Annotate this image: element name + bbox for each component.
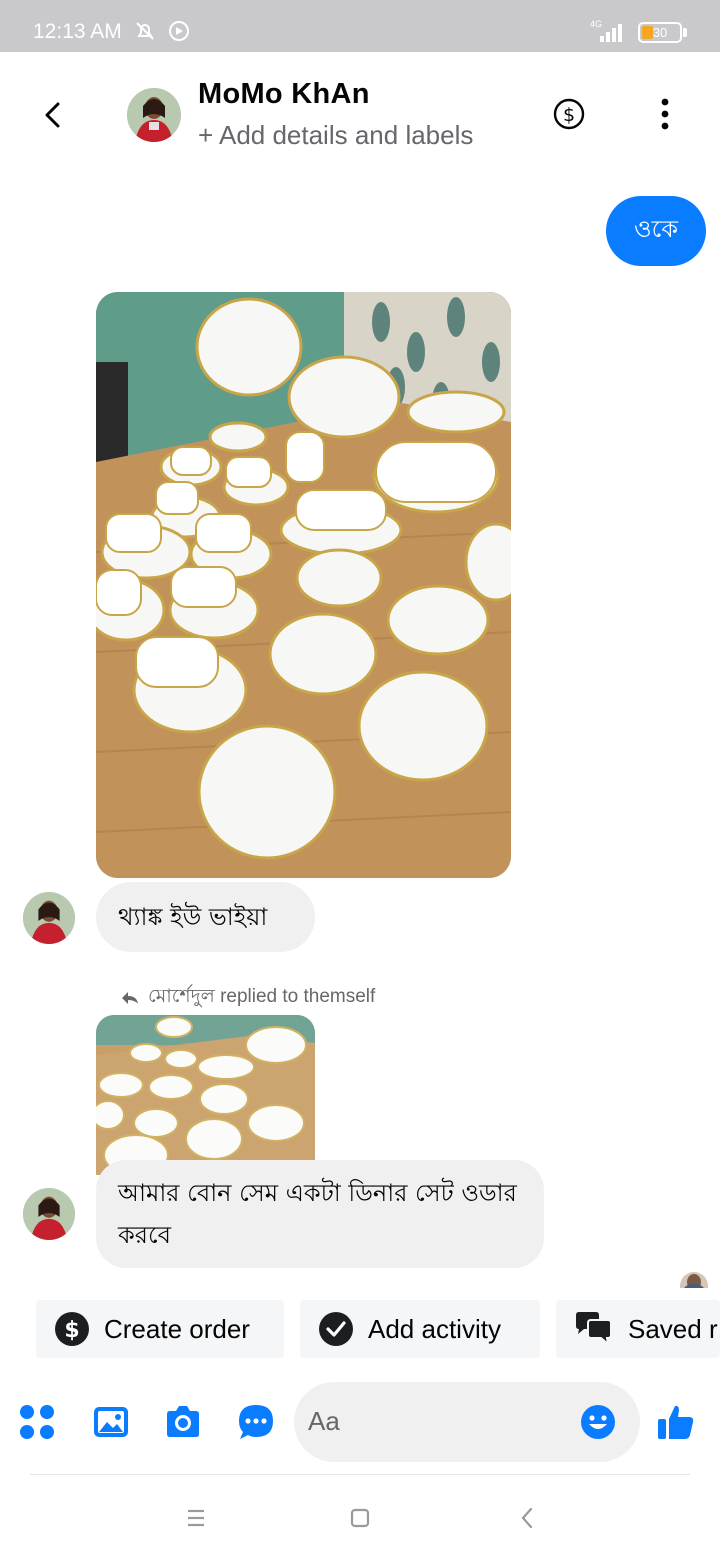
svg-text:4G: 4G: [590, 19, 602, 29]
chat-dots-icon[interactable]: [236, 1402, 276, 1442]
back-nav-icon[interactable]: [510, 1500, 546, 1536]
contact-name[interactable]: MoMo KhAn: [198, 78, 370, 111]
sender-avatar[interactable]: [23, 1188, 75, 1240]
status-time: 12:13 AM: [33, 20, 122, 43]
svg-text:$: $: [64, 1318, 79, 1343]
add-activity-label: Add activity: [368, 1313, 501, 1344]
back-arrow-icon[interactable]: [30, 92, 76, 138]
camera-icon[interactable]: [163, 1402, 203, 1442]
message-input[interactable]: Aa: [294, 1382, 640, 1462]
dinner-set-photo[interactable]: [96, 292, 511, 878]
dollar-circle-icon[interactable]: $: [552, 97, 586, 131]
dinner-set-photo-thumbnail[interactable]: [96, 1015, 315, 1175]
contact-avatar[interactable]: [127, 88, 181, 142]
battery-percent: 30: [652, 25, 668, 40]
apps-icon[interactable]: [17, 1402, 57, 1442]
add-details-link[interactable]: + Add details and labels: [198, 120, 473, 151]
create-order-button[interactable]: $ Create order: [36, 1300, 284, 1358]
create-order-label: Create order: [104, 1313, 250, 1344]
battery-icon: 30: [638, 22, 682, 43]
data-saver-icon: [169, 21, 189, 41]
gallery-icon[interactable]: [91, 1402, 131, 1442]
incoming-message[interactable]: আমার বোন সেম একটা ডিনার সেট ওডার করবে: [96, 1160, 544, 1268]
menu-icon[interactable]: [178, 1500, 214, 1536]
home-icon[interactable]: [342, 1500, 378, 1536]
chat-bubbles-icon: [576, 1312, 612, 1347]
reply-indicator: মোর্শেদুল replied to themself: [120, 982, 375, 1014]
battery-tip: [683, 28, 687, 37]
saved-replies-label: Saved r: [628, 1313, 718, 1344]
outgoing-message[interactable]: ওকে: [606, 196, 706, 266]
emoji-icon[interactable]: [580, 1404, 616, 1440]
seen-indicator-avatar: [680, 1272, 708, 1288]
add-activity-button[interactable]: Add activity: [300, 1300, 540, 1358]
status-bar: 12:13 AM 4G 30: [0, 0, 720, 52]
divider: [30, 1474, 690, 1475]
dollar-circle-icon: $: [55, 1312, 89, 1346]
message-input-placeholder: Aa: [308, 1406, 340, 1436]
incoming-message[interactable]: থ্যাঙ্ক ইউ ভাইয়া: [96, 882, 315, 952]
reply-arrow-icon: [122, 992, 138, 1004]
more-vertical-icon[interactable]: [648, 92, 682, 136]
check-circle-icon: [319, 1312, 353, 1346]
conversation-header: MoMo KhAn + Add details and labels $: [0, 52, 720, 172]
sender-avatar[interactable]: [23, 892, 75, 944]
signal-icon: 4G: [590, 19, 622, 42]
saved-replies-button[interactable]: Saved r: [556, 1300, 720, 1358]
reply-note-text: মোর্শেদুল replied to themself: [148, 986, 376, 1007]
thumbs-up-icon[interactable]: [656, 1402, 696, 1442]
alarm-off-icon: [136, 22, 154, 40]
svg-text:$: $: [563, 104, 575, 126]
